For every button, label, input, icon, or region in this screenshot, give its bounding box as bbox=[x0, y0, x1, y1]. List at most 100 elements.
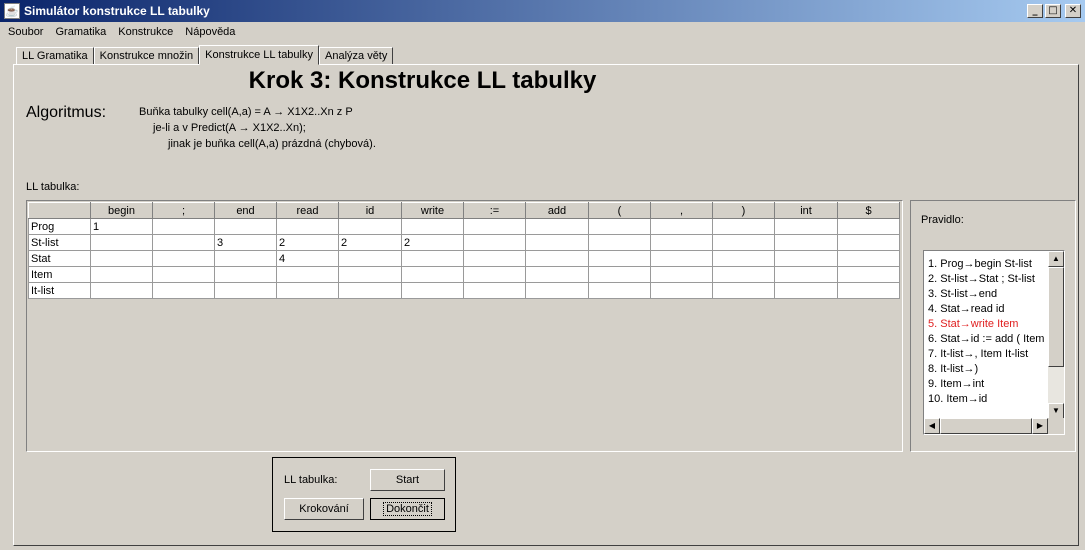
rule-item[interactable]: 10. Item→id bbox=[928, 392, 1044, 407]
table-cell[interactable] bbox=[774, 282, 838, 299]
table-cell[interactable] bbox=[650, 266, 713, 283]
table-cell[interactable] bbox=[650, 234, 713, 251]
table-cell[interactable] bbox=[712, 282, 775, 299]
rule-item[interactable]: 1. Prog→begin St-list bbox=[928, 257, 1044, 272]
maximize-button[interactable]: □ bbox=[1045, 4, 1061, 18]
table-cell[interactable] bbox=[525, 234, 589, 251]
table-cell[interactable] bbox=[90, 282, 153, 299]
table-cell[interactable] bbox=[214, 266, 277, 283]
table-cell[interactable] bbox=[588, 218, 651, 235]
table-cell[interactable] bbox=[525, 250, 589, 267]
row-nonterminal[interactable]: Prog bbox=[28, 218, 91, 235]
table-cell[interactable] bbox=[712, 218, 775, 235]
table-cell[interactable]: 4 bbox=[276, 250, 339, 267]
table-cell[interactable] bbox=[214, 250, 277, 267]
table-cell[interactable] bbox=[463, 282, 526, 299]
table-cell[interactable] bbox=[338, 282, 402, 299]
menu-soubor[interactable]: Soubor bbox=[0, 26, 49, 38]
table-cell[interactable] bbox=[774, 250, 838, 267]
close-button[interactable]: ✕ bbox=[1065, 4, 1081, 18]
table-cell[interactable] bbox=[525, 282, 589, 299]
rule-horizontal-scrollbar[interactable]: ◀ ▶ bbox=[924, 418, 1048, 434]
table-cell[interactable] bbox=[588, 250, 651, 267]
table-cell[interactable] bbox=[588, 266, 651, 283]
table-cell[interactable] bbox=[276, 282, 339, 299]
table-cell[interactable] bbox=[837, 218, 900, 235]
table-cell[interactable]: 2 bbox=[338, 234, 402, 251]
table-cell[interactable] bbox=[214, 218, 277, 235]
table-cell[interactable] bbox=[338, 266, 402, 283]
table-cell[interactable] bbox=[837, 266, 900, 283]
horizontal-scroll-thumb[interactable] bbox=[940, 418, 1032, 434]
table-cell[interactable]: 3 bbox=[214, 234, 277, 251]
table-cell[interactable] bbox=[401, 218, 464, 235]
table-cell[interactable] bbox=[774, 218, 838, 235]
rule-item[interactable]: 6. Stat→id := add ( Item bbox=[928, 332, 1044, 347]
start-button[interactable]: Start bbox=[370, 469, 445, 491]
row-nonterminal[interactable]: St-list bbox=[28, 234, 91, 251]
rule-item[interactable]: 7. It-list→, Item It-list bbox=[928, 347, 1044, 362]
vertical-scroll-thumb[interactable] bbox=[1048, 267, 1064, 367]
finish-button[interactable]: Dokončit bbox=[370, 498, 445, 520]
rule-item[interactable]: 9. Item→int bbox=[928, 377, 1044, 392]
table-cell[interactable] bbox=[276, 266, 339, 283]
table-cell[interactable] bbox=[276, 218, 339, 235]
table-cell[interactable] bbox=[525, 266, 589, 283]
table-cell[interactable] bbox=[837, 234, 900, 251]
table-cell[interactable] bbox=[152, 234, 215, 251]
table-cell[interactable] bbox=[90, 266, 153, 283]
menu-napoveda[interactable]: Nápověda bbox=[179, 26, 241, 38]
table-cell[interactable] bbox=[525, 218, 589, 235]
table-cell[interactable] bbox=[401, 282, 464, 299]
tab-konstrukce-ll-tabulky[interactable]: Konstrukce LL tabulky bbox=[199, 45, 319, 65]
table-cell[interactable] bbox=[152, 266, 215, 283]
table-cell[interactable] bbox=[152, 282, 215, 299]
step-button[interactable]: Krokování bbox=[284, 498, 364, 520]
table-cell[interactable] bbox=[214, 282, 277, 299]
rule-list-box[interactable]: 1. Prog→begin St-list 2. St-list→Stat ; S… bbox=[923, 250, 1065, 435]
table-cell[interactable] bbox=[588, 282, 651, 299]
table-cell[interactable] bbox=[712, 234, 775, 251]
table-cell[interactable] bbox=[712, 266, 775, 283]
table-cell[interactable] bbox=[401, 250, 464, 267]
rule-vertical-scrollbar[interactable]: ▲ ▼ bbox=[1048, 251, 1064, 419]
scroll-right-icon[interactable]: ▶ bbox=[1032, 418, 1048, 434]
table-cell[interactable] bbox=[463, 218, 526, 235]
rule-item[interactable]: 8. It-list→) bbox=[928, 362, 1044, 377]
table-cell[interactable] bbox=[837, 250, 900, 267]
table-cell[interactable] bbox=[463, 234, 526, 251]
table-cell[interactable] bbox=[650, 282, 713, 299]
table-cell[interactable] bbox=[463, 266, 526, 283]
scroll-up-icon[interactable]: ▲ bbox=[1048, 251, 1064, 267]
menu-konstrukce[interactable]: Konstrukce bbox=[112, 26, 179, 38]
table-cell[interactable] bbox=[338, 218, 402, 235]
table-cell[interactable] bbox=[588, 234, 651, 251]
table-cell[interactable] bbox=[401, 266, 464, 283]
table-cell[interactable] bbox=[90, 234, 153, 251]
rule-item[interactable]: 5. Stat→write Item bbox=[928, 317, 1044, 332]
rule-item[interactable]: 3. St-list→end bbox=[928, 287, 1044, 302]
tab-analyza-vety[interactable]: Analýza věty bbox=[319, 47, 394, 65]
table-cell[interactable] bbox=[338, 250, 402, 267]
table-cell[interactable] bbox=[650, 218, 713, 235]
table-cell[interactable] bbox=[774, 234, 838, 251]
tab-konstrukce-mnozin[interactable]: Konstrukce množin bbox=[93, 47, 200, 65]
table-cell[interactable] bbox=[774, 266, 838, 283]
row-nonterminal[interactable]: It-list bbox=[28, 282, 91, 299]
tab-ll-gramatika[interactable]: LL Gramatika bbox=[16, 47, 94, 65]
table-cell[interactable]: 1 bbox=[90, 218, 153, 235]
minimize-button[interactable]: _ bbox=[1027, 4, 1043, 18]
table-cell[interactable] bbox=[837, 282, 900, 299]
table-cell[interactable] bbox=[712, 250, 775, 267]
table-cell[interactable] bbox=[650, 250, 713, 267]
menu-gramatika[interactable]: Gramatika bbox=[49, 26, 112, 38]
row-nonterminal[interactable]: Item bbox=[28, 266, 91, 283]
rule-item[interactable]: 2. St-list→Stat ; St-list bbox=[928, 272, 1044, 287]
table-cell[interactable]: 2 bbox=[276, 234, 339, 251]
scroll-left-icon[interactable]: ◀ bbox=[924, 418, 940, 434]
table-cell[interactable] bbox=[90, 250, 153, 267]
rule-item[interactable]: 4. Stat→read id bbox=[928, 302, 1044, 317]
table-cell[interactable] bbox=[463, 250, 526, 267]
table-cell[interactable] bbox=[152, 218, 215, 235]
table-cell[interactable] bbox=[152, 250, 215, 267]
